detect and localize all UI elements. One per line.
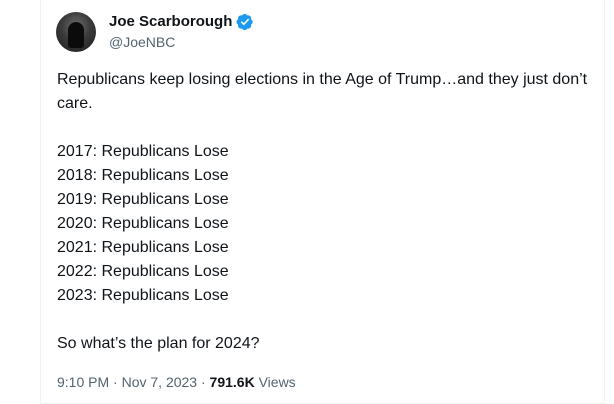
views-label[interactable]: Views — [259, 374, 296, 390]
tweet-closing: So what’s the plan for 2024? — [57, 335, 260, 352]
tweet-text: Republicans keep losing elections in the… — [57, 68, 597, 356]
author-handle[interactable]: @JoeNBC — [109, 33, 175, 51]
tweet-list-item: 2023: Republicans Lose — [57, 287, 229, 304]
author-name-row[interactable]: Joe Scarborough — [109, 12, 254, 32]
tweet-intro: Republicans keep losing elections in the… — [57, 71, 588, 112]
tweet-list-item: 2022: Republicans Lose — [57, 263, 229, 280]
avatar[interactable] — [56, 12, 96, 52]
thread-left-border — [40, 0, 41, 404]
tweet-list-item: 2021: Republicans Lose — [57, 239, 229, 256]
tweet-list-item: 2019: Republicans Lose — [57, 191, 229, 208]
avatar-figure — [68, 22, 84, 48]
right-border — [604, 0, 605, 404]
tweet-card: Joe Scarborough @JoeNBC Republicans keep… — [0, 0, 604, 404]
tweet-list-item: 2018: Republicans Lose — [57, 167, 229, 184]
meta-separator: · — [113, 374, 118, 390]
meta-separator: · — [200, 374, 206, 390]
tweet-date[interactable]: Nov 7, 2023 — [122, 374, 198, 390]
tweet-time[interactable]: 9:10 PM — [57, 374, 109, 390]
author-display-name[interactable]: Joe Scarborough — [109, 12, 232, 32]
tweet-list-item: 2017: Republicans Lose — [57, 143, 229, 160]
tweet-list-item: 2020: Republicans Lose — [57, 215, 229, 232]
views-count[interactable]: 791.6K — [210, 374, 255, 390]
verified-badge-icon[interactable] — [236, 13, 254, 31]
tweet-meta: 9:10 PM · Nov 7, 2023 · 791.6K Views — [57, 372, 296, 392]
